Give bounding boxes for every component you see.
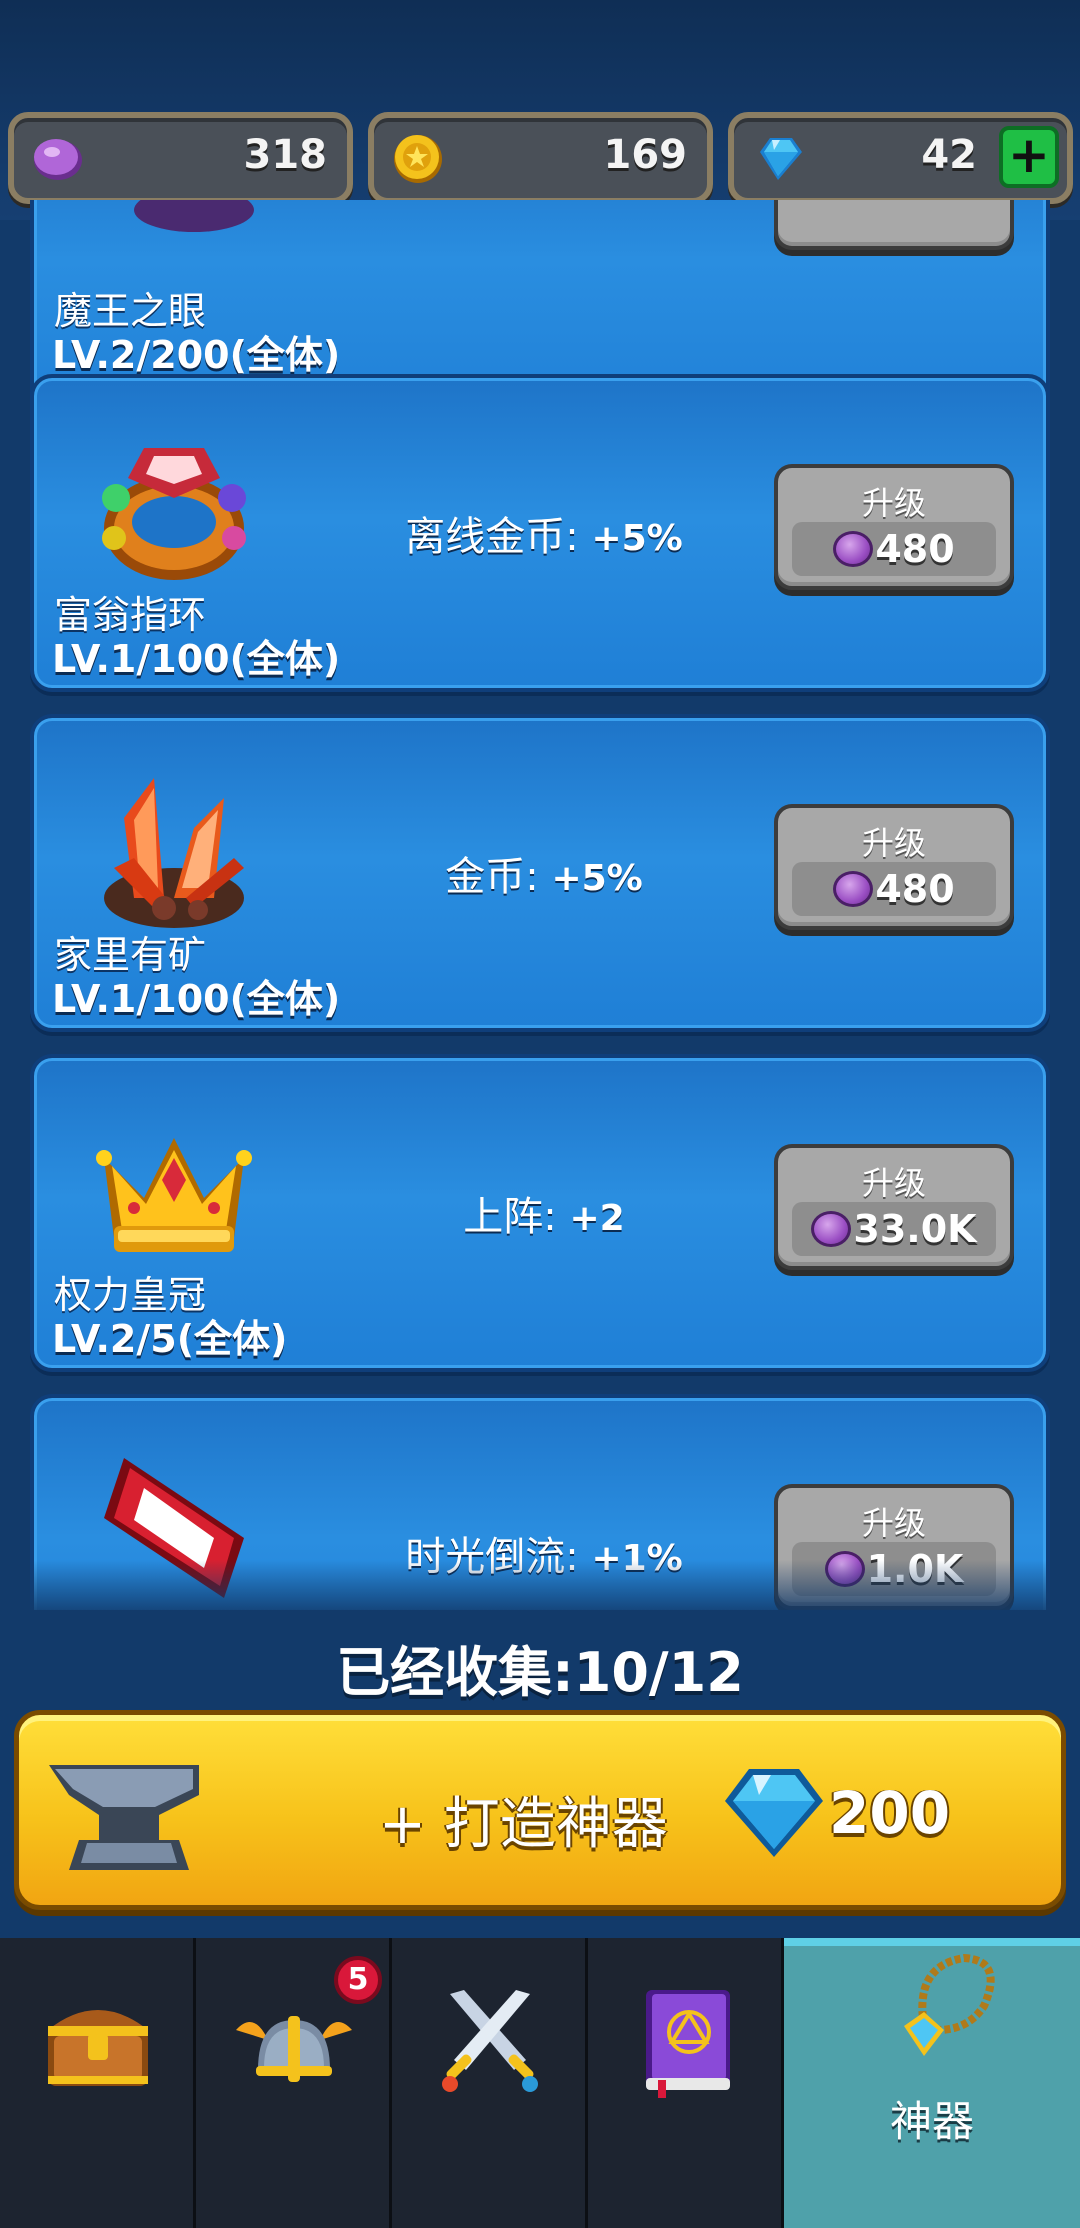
purple-gem-counter: 318 [8, 112, 353, 204]
effect-label: 离线金币: [405, 514, 592, 560]
collected-counter: 已经收集:10/12 [336, 1641, 744, 1704]
diamond-icon [725, 1769, 823, 1857]
artifact-level: LV.1/100(全体) [52, 637, 341, 681]
gold-coin-icon [394, 135, 442, 183]
heroes-notification-badge: 5 [334, 1956, 382, 2004]
gold-coin-amount: 169 [603, 132, 688, 178]
bottom-nav: 5 神器 [0, 1938, 1080, 2228]
purple-gem-icon [34, 139, 82, 180]
forge-cost: 200 [829, 1779, 951, 1847]
tab-battle[interactable] [392, 1938, 588, 2228]
crown-icon [96, 1138, 252, 1252]
tab-artifacts[interactable]: 神器 [784, 1938, 1080, 2228]
artifact-card: 上阵: +2 升级 33.0K 权力皇冠 LV.2/5(全体) [30, 1054, 1050, 1372]
gold-coin-counter: 169 [368, 112, 713, 204]
effect-label: 金币: [445, 854, 552, 900]
upgrade-cost: 480 [792, 522, 996, 576]
forge-artifact-button[interactable]: + 打造神器 200 [14, 1710, 1066, 1910]
artifact-card: 金币: +5% 升级 480 家里有矿 LV.1/100(全体) [30, 714, 1050, 1032]
upgrade-button[interactable]: 升级 480 [774, 804, 1014, 930]
demon-eye-icon [134, 200, 254, 232]
artifact-list[interactable]: 魔王之眼 LV.2/200(全体) 离线金币: +5% 升级 480 富翁指环 … [0, 200, 1080, 1610]
crossed-swords-icon [442, 1990, 538, 2092]
diamond-icon [760, 138, 802, 180]
effect-value: +5% [551, 858, 643, 899]
purple-gem-amount: 318 [243, 132, 328, 178]
upgrade-label: 升级 [861, 1504, 926, 1542]
upgrade-button[interactable] [774, 200, 1014, 250]
rich-ring-icon [102, 448, 246, 580]
purple-gem-icon [833, 870, 874, 907]
effect-label: 上阵: [463, 1194, 570, 1240]
effect-value: +5% [591, 518, 683, 559]
artifact-effect: 金币: +5% [334, 844, 754, 902]
purple-gem-icon [833, 530, 874, 567]
anvil-icon [49, 1765, 199, 1870]
diamond-counter: 42 + [728, 112, 1073, 204]
upgrade-cost: 33.0K [792, 1202, 996, 1256]
upgrade-cost-value: 480 [875, 867, 955, 911]
tab-spellbook[interactable] [588, 1938, 784, 2228]
spellbook-icon [646, 1990, 730, 2098]
upgrade-button[interactable]: 升级 480 [774, 464, 1014, 590]
artifact-level: LV.2/200(全体) [52, 333, 341, 377]
purple-gem-icon [811, 1210, 852, 1247]
upgrade-cost-value: 33.0K [853, 1207, 977, 1251]
list-fade [0, 1560, 1080, 1620]
effect-value: +2 [569, 1198, 625, 1239]
crystal-ore-icon [104, 778, 244, 928]
artifact-level: LV.1/100(全体) [52, 977, 341, 1021]
treasure-chest-icon [48, 2010, 148, 2086]
forge-label: + 打造神器 [379, 1792, 668, 1857]
artifact-card: 离线金币: +5% 升级 480 富翁指环 LV.1/100(全体) [30, 374, 1050, 692]
tab-treasure[interactable] [0, 1938, 196, 2228]
artifact-effect: 上阵: +2 [334, 1184, 754, 1242]
amulet-icon [904, 1953, 995, 2056]
upgrade-cost: 480 [792, 862, 996, 916]
upgrade-label: 升级 [861, 824, 926, 862]
artifact-level: LV.2/5(全体) [52, 1317, 288, 1361]
artifact-effect: 离线金币: +5% [334, 504, 754, 562]
upgrade-label: 升级 [861, 1164, 926, 1202]
upgrade-button[interactable]: 升级 33.0K [774, 1144, 1014, 1270]
upgrade-label: 升级 [861, 484, 926, 522]
winged-helmet-icon [236, 2016, 352, 2082]
tab-label: 神器 [889, 2097, 974, 2146]
diamond-amount: 42 [921, 132, 977, 178]
upgrade-cost-value: 480 [875, 527, 955, 571]
add-diamonds-button[interactable]: + [999, 126, 1059, 188]
